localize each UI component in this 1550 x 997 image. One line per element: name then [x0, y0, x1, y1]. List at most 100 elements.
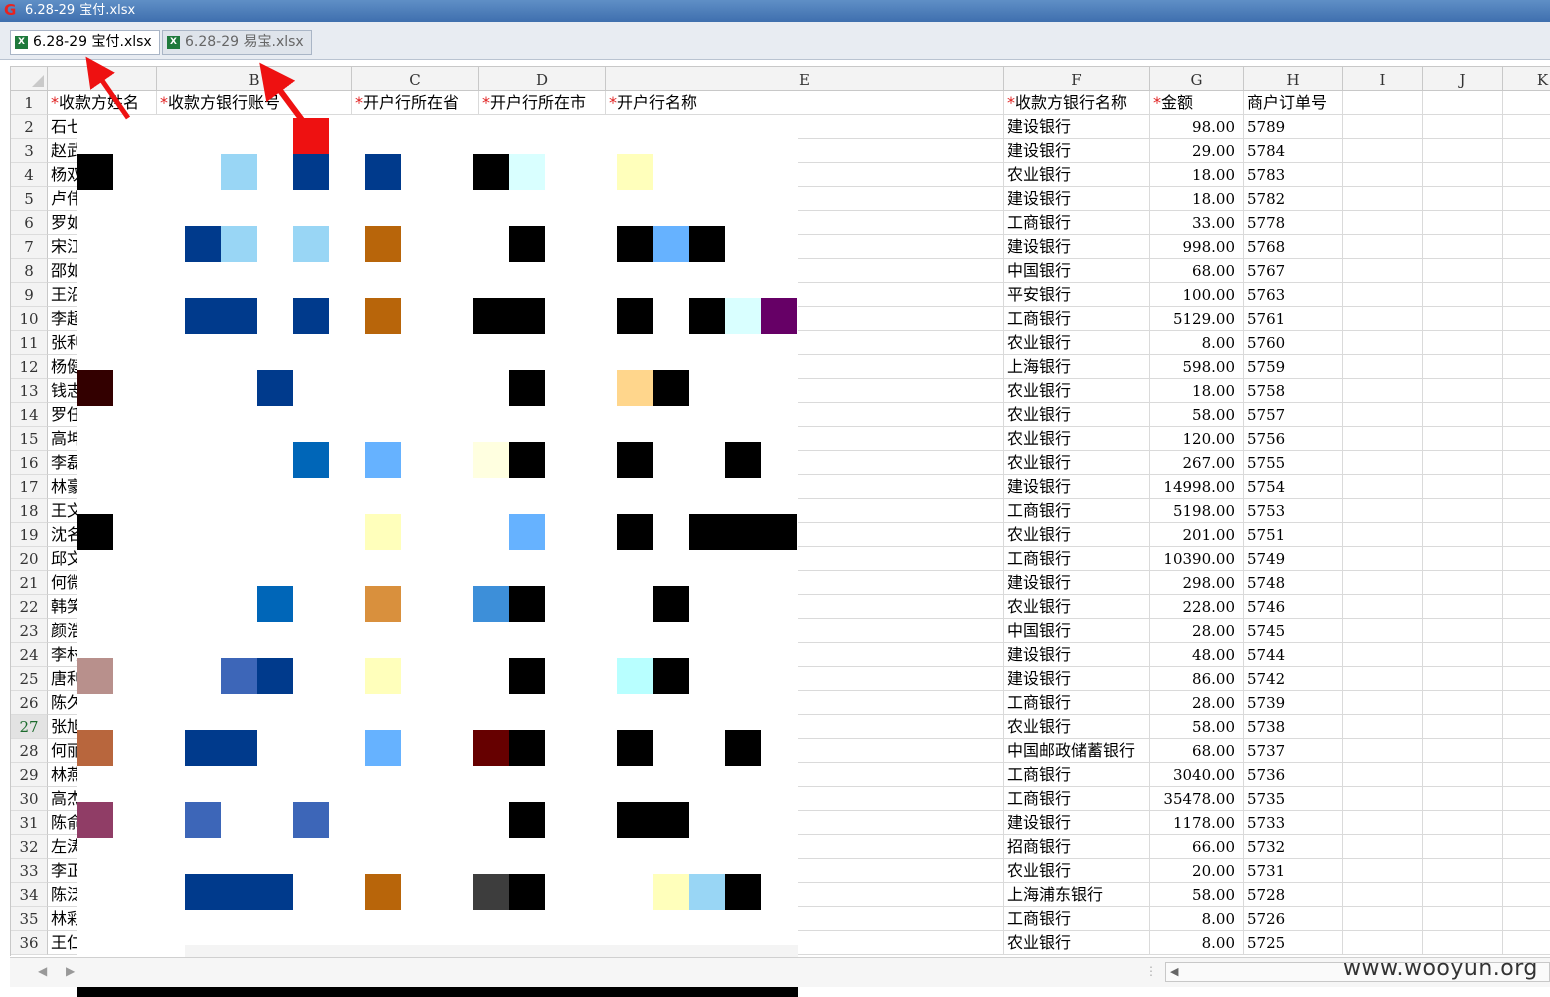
header-cell-e[interactable]: *开户行名称: [606, 91, 1004, 115]
data-cell-f[interactable]: 建设银行: [1004, 475, 1150, 499]
empty-cell[interactable]: [1503, 331, 1550, 355]
data-cell-f[interactable]: 招商银行: [1004, 835, 1150, 859]
empty-cell[interactable]: [1343, 835, 1423, 859]
data-cell-h[interactable]: 5783: [1244, 163, 1343, 187]
column-header-h[interactable]: H: [1244, 67, 1343, 91]
data-cell-g[interactable]: 18.00: [1150, 187, 1244, 211]
empty-cell[interactable]: [1423, 91, 1503, 115]
empty-cell[interactable]: [1423, 883, 1503, 907]
empty-cell[interactable]: [1423, 691, 1503, 715]
data-cell-h[interactable]: 5784: [1244, 139, 1343, 163]
scroll-left-icon[interactable]: ◀: [1170, 965, 1178, 978]
data-cell-f[interactable]: 农业银行: [1004, 427, 1150, 451]
data-cell-h[interactable]: 5735: [1244, 787, 1343, 811]
data-cell-h[interactable]: 5738: [1244, 715, 1343, 739]
empty-cell[interactable]: [1503, 259, 1550, 283]
empty-cell[interactable]: [1343, 691, 1423, 715]
data-cell-f[interactable]: 农业银行: [1004, 451, 1150, 475]
header-cell-g[interactable]: *金额: [1150, 91, 1244, 115]
data-cell-f[interactable]: 农业银行: [1004, 931, 1150, 955]
select-all-corner[interactable]: [11, 67, 48, 91]
data-cell-h[interactable]: 5739: [1244, 691, 1343, 715]
row-header[interactable]: 3: [11, 139, 48, 163]
empty-cell[interactable]: [1343, 595, 1423, 619]
data-cell-g[interactable]: 8.00: [1150, 931, 1244, 955]
column-header-f[interactable]: F: [1004, 67, 1150, 91]
header-cell-c[interactable]: *开户行所在省: [352, 91, 479, 115]
empty-cell[interactable]: [1343, 211, 1423, 235]
empty-cell[interactable]: [1423, 523, 1503, 547]
empty-cell[interactable]: [1503, 211, 1550, 235]
empty-cell[interactable]: [1423, 739, 1503, 763]
header-cell-b[interactable]: *收款方银行账号: [157, 91, 352, 115]
empty-cell[interactable]: [1343, 115, 1423, 139]
data-cell-f[interactable]: 工商银行: [1004, 547, 1150, 571]
data-cell-g[interactable]: 68.00: [1150, 739, 1244, 763]
data-cell-h[interactable]: 5748: [1244, 571, 1343, 595]
data-cell-f[interactable]: 工商银行: [1004, 499, 1150, 523]
data-cell-h[interactable]: 5758: [1244, 379, 1343, 403]
data-cell-h[interactable]: 5768: [1244, 235, 1343, 259]
data-cell-g[interactable]: 35478.00: [1150, 787, 1244, 811]
data-cell-h[interactable]: 5742: [1244, 667, 1343, 691]
empty-cell[interactable]: [1503, 427, 1550, 451]
row-header[interactable]: 33: [11, 859, 48, 883]
data-cell-h[interactable]: 5749: [1244, 547, 1343, 571]
data-cell-g[interactable]: 33.00: [1150, 211, 1244, 235]
empty-cell[interactable]: [1423, 307, 1503, 331]
header-cell-d[interactable]: *开户行所在市: [479, 91, 606, 115]
row-header[interactable]: 19: [11, 523, 48, 547]
empty-cell[interactable]: [1423, 595, 1503, 619]
data-cell-h[interactable]: 5755: [1244, 451, 1343, 475]
data-cell-f[interactable]: 农业银行: [1004, 595, 1150, 619]
empty-cell[interactable]: [1503, 523, 1550, 547]
empty-cell[interactable]: [1423, 211, 1503, 235]
header-cell-a[interactable]: *收款方姓名: [48, 91, 157, 115]
data-cell-g[interactable]: 58.00: [1150, 715, 1244, 739]
data-cell-g[interactable]: 86.00: [1150, 667, 1244, 691]
data-cell-g[interactable]: 228.00: [1150, 595, 1244, 619]
sheet-nav-next-icon[interactable]: ▶: [66, 964, 75, 978]
row-header[interactable]: 23: [11, 619, 48, 643]
data-cell-g[interactable]: 120.00: [1150, 427, 1244, 451]
empty-cell[interactable]: [1503, 883, 1550, 907]
data-cell-g[interactable]: 48.00: [1150, 643, 1244, 667]
row-header[interactable]: 21: [11, 571, 48, 595]
data-cell-g[interactable]: 598.00: [1150, 355, 1244, 379]
data-cell-h[interactable]: 5744: [1244, 643, 1343, 667]
data-cell-g[interactable]: 267.00: [1150, 451, 1244, 475]
data-cell-f[interactable]: 工商银行: [1004, 691, 1150, 715]
row-header[interactable]: 25: [11, 667, 48, 691]
data-cell-g[interactable]: 20.00: [1150, 859, 1244, 883]
data-cell-g[interactable]: 68.00: [1150, 259, 1244, 283]
empty-cell[interactable]: [1343, 259, 1423, 283]
column-header-i[interactable]: I: [1343, 67, 1423, 91]
empty-cell[interactable]: [1503, 547, 1550, 571]
data-cell-f[interactable]: 农业银行: [1004, 379, 1150, 403]
empty-cell[interactable]: [1503, 715, 1550, 739]
empty-cell[interactable]: [1343, 667, 1423, 691]
data-cell-h[interactable]: 5756: [1244, 427, 1343, 451]
empty-cell[interactable]: [1503, 139, 1550, 163]
row-header[interactable]: 24: [11, 643, 48, 667]
column-header-g[interactable]: G: [1150, 67, 1244, 91]
empty-cell[interactable]: [1423, 907, 1503, 931]
data-cell-h[interactable]: 5726: [1244, 907, 1343, 931]
empty-cell[interactable]: [1423, 379, 1503, 403]
column-header-k[interactable]: K: [1503, 67, 1550, 91]
empty-cell[interactable]: [1503, 283, 1550, 307]
empty-cell[interactable]: [1423, 667, 1503, 691]
row-header[interactable]: 36: [11, 931, 48, 955]
data-cell-g[interactable]: 18.00: [1150, 163, 1244, 187]
column-header-b[interactable]: B: [157, 67, 352, 91]
data-cell-f[interactable]: 农业银行: [1004, 523, 1150, 547]
row-header[interactable]: 30: [11, 787, 48, 811]
data-cell-f[interactable]: 农业银行: [1004, 331, 1150, 355]
empty-cell[interactable]: [1343, 883, 1423, 907]
data-cell-f[interactable]: 建设银行: [1004, 115, 1150, 139]
data-cell-g[interactable]: 8.00: [1150, 907, 1244, 931]
data-cell-g[interactable]: 28.00: [1150, 691, 1244, 715]
column-header-d[interactable]: D: [479, 67, 606, 91]
empty-cell[interactable]: [1503, 907, 1550, 931]
row-header[interactable]: 32: [11, 835, 48, 859]
